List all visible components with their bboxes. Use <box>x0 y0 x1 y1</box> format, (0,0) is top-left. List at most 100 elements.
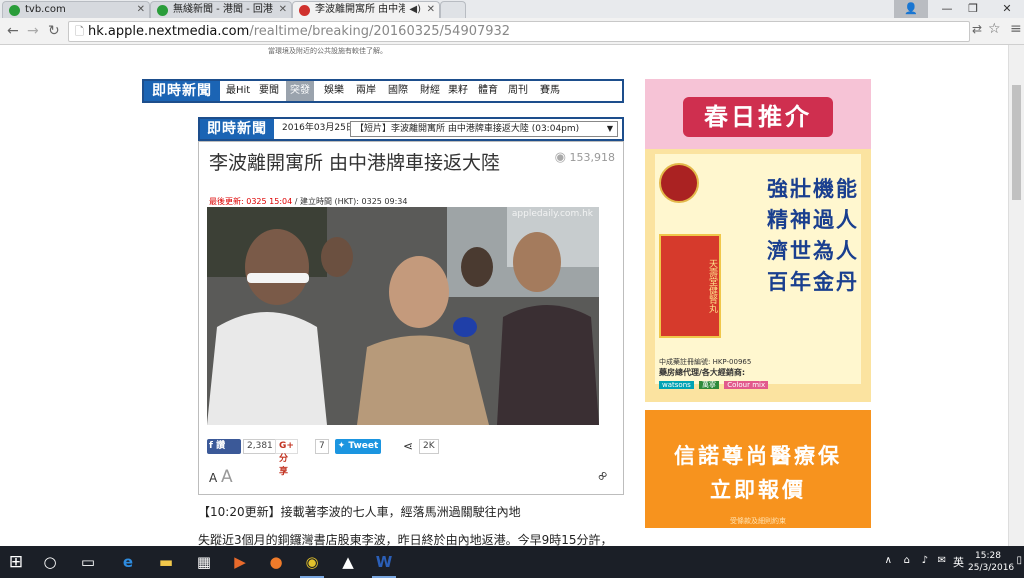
product-box: 天壽堂健腎丸 <box>659 234 721 338</box>
store-logo: watsons <box>659 381 694 389</box>
nav-item[interactable]: 要聞 <box>259 81 279 101</box>
chrome-icon[interactable]: ◉ <box>296 546 328 578</box>
task-view-icon[interactable]: ▭ <box>72 546 104 578</box>
last-updated: 最後更新: 0325 15:04 <box>209 197 293 206</box>
tvb-favicon-icon <box>9 5 20 16</box>
article-selector-bar: 即時新聞 2016年03月25日 【短片】李波離開寓所 由中港牌車接返大陸 (0… <box>198 117 624 141</box>
nav-item[interactable]: 娛樂 <box>324 81 344 101</box>
ad-slogan-line: 強壯機能 <box>767 177 859 201</box>
tweet-button[interactable]: ✦ Tweet <box>335 439 381 454</box>
news-photo[interactable]: appledaily.com.hk <box>207 207 599 425</box>
translate-icon[interactable]: ⇄ <box>972 22 982 36</box>
bookmark-star-icon[interactable]: ☆ <box>988 21 1001 37</box>
article-card: 李波離開寓所 由中港牌車接返大陸 ◉ 153,918 最後更新: 0325 15… <box>198 141 624 495</box>
ad-line: 立即報價 <box>710 478 806 502</box>
tab-apple-daily[interactable]: 李波離開寓所 由中港車 ◀) ✕ <box>292 1 440 19</box>
nav-item[interactable]: 賽馬 <box>540 81 560 101</box>
action-center-icon[interactable]: ▯ <box>1016 555 1022 566</box>
realtime-news-logo: 即時新聞 <box>200 119 274 139</box>
ad-slogan-line: 百年金丹 <box>767 270 859 294</box>
font-smaller-button[interactable]: A <box>209 471 217 485</box>
store-icon[interactable]: ▦ <box>188 546 220 578</box>
nav-item[interactable]: 兩岸 <box>356 81 376 101</box>
forward-icon[interactable]: → <box>27 23 39 39</box>
apple-favicon-icon <box>299 5 310 16</box>
edge-browser-icon[interactable]: e <box>112 546 144 578</box>
top-notice: 當環境及附近的公共設施有較佳了解。 <box>268 47 387 55</box>
nav-item-selected[interactable]: 突發 <box>286 81 314 101</box>
store-logos: watsons 萬寧 Colour mix <box>659 380 769 390</box>
nav-item[interactable]: 國際 <box>388 81 408 101</box>
search-icon[interactable]: ○ <box>34 546 66 578</box>
nav-item[interactable]: 體育 <box>478 81 498 101</box>
ad-slogan-line: 精神過人 <box>767 208 859 232</box>
navigation-bar: ← → ↻ 🗋 hk.apple.nextmedia.com/realtime/… <box>0 18 1024 45</box>
reload-icon[interactable]: ↻ <box>48 23 60 39</box>
facebook-like-button[interactable]: f 讚 <box>207 439 241 454</box>
brand-seal-icon <box>659 163 699 203</box>
ad-banner-herbal[interactable]: 春日推介 天壽堂健腎丸 強壯機能 精神過人 濟世為人 百年金丹 中成藥註冊編號:… <box>645 79 871 402</box>
back-icon[interactable]: ← <box>7 23 19 39</box>
tab-tvb[interactable]: tvb.com ✕ <box>2 1 150 19</box>
article-headline: 李波離開寓所 由中港牌車接返大陸 <box>209 152 501 174</box>
tvb-favicon-icon <box>157 5 168 16</box>
close-tab-icon[interactable]: ✕ <box>427 2 435 18</box>
start-windows-icon[interactable]: ⊞ <box>0 546 32 578</box>
page-info-icon[interactable]: 🗋 <box>75 25 84 38</box>
file-explorer-icon[interactable]: ▬ <box>150 546 182 578</box>
volume-icon[interactable]: ♪ <box>922 555 928 566</box>
realtime-news-logo[interactable]: 即時新聞 <box>144 81 220 101</box>
font-size-controls: A A <box>209 467 233 487</box>
nav-item[interactable]: 果籽 <box>448 81 468 101</box>
page-scrollbar[interactable] <box>1008 45 1024 546</box>
menu-icon[interactable]: ≡ <box>1010 21 1022 37</box>
profile-icon[interactable]: 👤 <box>894 0 928 18</box>
audio-playing-icon[interactable]: ◀) <box>409 2 421 18</box>
tab-tvb-news[interactable]: 無綫新聞 - 港聞 - 回港 ✕ <box>150 1 292 19</box>
photos-icon[interactable]: ▲ <box>332 546 364 578</box>
web-page: 當環境及附近的公共設施有較佳了解。 即時新聞 最Hit 要聞 突發 娛樂 兩岸 … <box>0 45 1008 546</box>
ad-line: 信諾尊尚醫療保 <box>674 444 842 468</box>
firefox-icon[interactable]: ● <box>260 546 292 578</box>
close-tab-icon[interactable]: ✕ <box>137 2 145 18</box>
nav-item[interactable]: 最Hit <box>226 81 250 101</box>
paragraph: 失蹤近3個月的銅鑼灣書店股東李波，昨日終於由內地返港。今早9時15分許， <box>198 533 613 546</box>
dropdown-value: 【短片】李波離開寓所 由中港牌車接返大陸 (03:04pm) <box>355 124 580 134</box>
store-logo: Colour mix <box>724 381 769 389</box>
scroll-thumb[interactable] <box>1012 85 1021 200</box>
restore-icon[interactable]: ❐ <box>956 0 990 18</box>
nav-item[interactable]: 周刊 <box>508 81 528 101</box>
nav-item[interactable]: 財經 <box>420 81 440 101</box>
google-plus-count: 7 <box>315 439 329 454</box>
network-icon[interactable]: ⌂ <box>904 555 910 566</box>
font-larger-button[interactable]: A <box>221 467 233 487</box>
message-icon[interactable]: ✉ <box>938 555 946 566</box>
tab-strip: tvb.com ✕ 無綫新聞 - 港聞 - 回港 ✕ 李波離開寓所 由中港車 ◀… <box>0 0 1024 19</box>
store-logo: 萬寧 <box>699 381 720 389</box>
registration-text: 中成藥註冊編號: HKP-00965 <box>659 358 752 366</box>
show-hidden-icons-icon[interactable]: ∧ <box>885 555 892 566</box>
article-dropdown[interactable]: 【短片】李波離開寓所 由中港牌車接返大陸 (03:04pm) ▼ <box>350 121 618 137</box>
window-close-icon[interactable]: ✕ <box>990 0 1024 18</box>
clock-time: 15:28 <box>975 551 1001 561</box>
ad-slogan-line: 濟世為人 <box>767 239 859 263</box>
view-count-value: 153,918 <box>569 151 616 164</box>
word-icon[interactable]: W <box>368 546 400 578</box>
google-plus-share-button[interactable]: G+ 分享 <box>275 439 298 477</box>
news-photo-illustration <box>207 207 599 425</box>
eye-icon: ◉ <box>554 150 566 165</box>
distributor-text: 藥房總代理/各大經銷商: <box>659 368 746 377</box>
share-icon[interactable]: ⋖ <box>403 439 413 453</box>
new-tab-button[interactable] <box>440 1 466 19</box>
clock[interactable]: 15:28 25/3/2016 <box>968 550 1014 574</box>
tab-title: tvb.com <box>25 4 66 15</box>
facebook-like-label: 讚 <box>216 441 226 451</box>
ad-banner-title: 春日推介 <box>683 97 833 137</box>
ad-banner-insurance[interactable]: 信諾尊尚醫療保 立即報價 受條款及細則約束 <box>645 410 871 528</box>
link-icon[interactable]: ∞ <box>593 466 613 486</box>
address-bar[interactable]: 🗋 hk.apple.nextmedia.com/realtime/breaki… <box>68 21 970 42</box>
close-tab-icon[interactable]: ✕ <box>279 2 287 18</box>
tab-title: 無綫新聞 - 港聞 - 回港 <box>173 4 273 15</box>
media-player-icon[interactable]: ▶ <box>224 546 256 578</box>
ime-indicator[interactable]: 英 <box>953 554 964 570</box>
